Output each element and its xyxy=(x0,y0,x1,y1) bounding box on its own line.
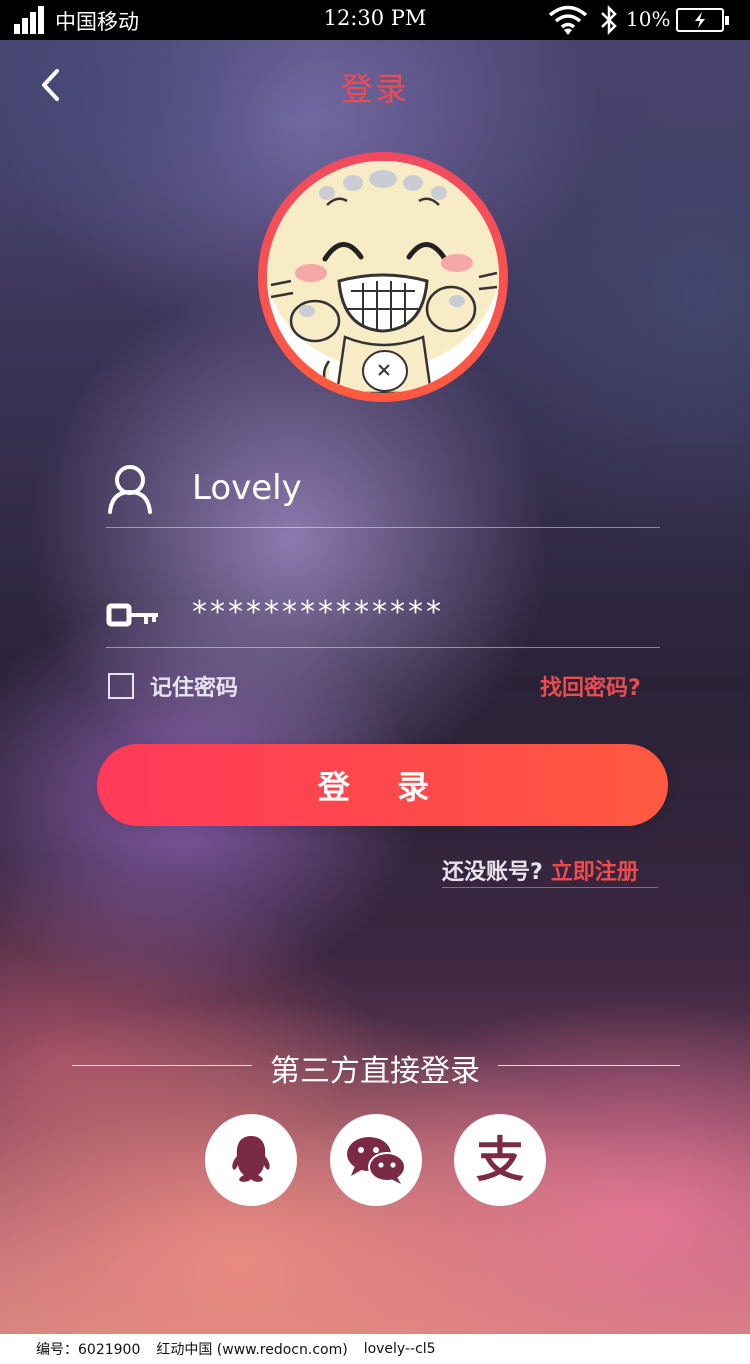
alipay-icon: 支 xyxy=(475,1132,524,1188)
alipay-login-button[interactable]: 支 xyxy=(454,1114,546,1206)
footer-site: 红动中国 (www.redocn.com) xyxy=(156,1342,348,1358)
battery-icon xyxy=(676,8,729,32)
footer-id: 编号：6021900 xyxy=(36,1342,141,1358)
forgot-password-link[interactable]: 找回密码? xyxy=(540,670,641,702)
password-field xyxy=(106,568,660,648)
username-input[interactable] xyxy=(192,464,632,512)
qq-login-button[interactable] xyxy=(205,1114,297,1206)
remember-password[interactable]: 记住密码 xyxy=(108,670,238,702)
register-link[interactable]: 立即注册 xyxy=(551,854,639,887)
battery-percent: 10% xyxy=(626,7,671,31)
login-button[interactable]: 登 录 xyxy=(97,744,668,826)
wechat-login-button[interactable] xyxy=(330,1114,422,1206)
key-icon xyxy=(106,603,158,627)
bluetooth-icon xyxy=(601,4,617,36)
third-party-title: 第三方直接登录 xyxy=(270,1054,480,1089)
status-bar: 中国移动 12:30 PM 10% xyxy=(0,0,750,40)
page-title: 登录 xyxy=(340,70,409,108)
divider-right xyxy=(498,1065,680,1066)
wechat-icon xyxy=(347,1137,406,1184)
remember-checkbox[interactable] xyxy=(108,673,134,699)
avatar xyxy=(258,152,508,402)
footer-author: lovely--cl5 xyxy=(363,1341,436,1357)
avatar-image xyxy=(267,161,499,393)
login-screen: 中国移动 12:30 PM 10% 登录 Lovely ************… xyxy=(0,0,750,1364)
divider-left xyxy=(72,1065,252,1066)
signup-prompt: 还没账号? 立即注册 xyxy=(442,854,658,888)
footer-watermark: 编号：6021900 红动中国 (www.redocn.com) lovely-… xyxy=(0,1334,750,1364)
no-account-text: 还没账号? xyxy=(442,860,543,885)
user-icon xyxy=(108,465,152,514)
password-input[interactable] xyxy=(192,588,632,636)
remember-label: 记住密码 xyxy=(150,676,239,701)
qq-icon xyxy=(232,1136,270,1182)
username-field xyxy=(106,448,660,528)
wifi-icon xyxy=(548,5,588,35)
